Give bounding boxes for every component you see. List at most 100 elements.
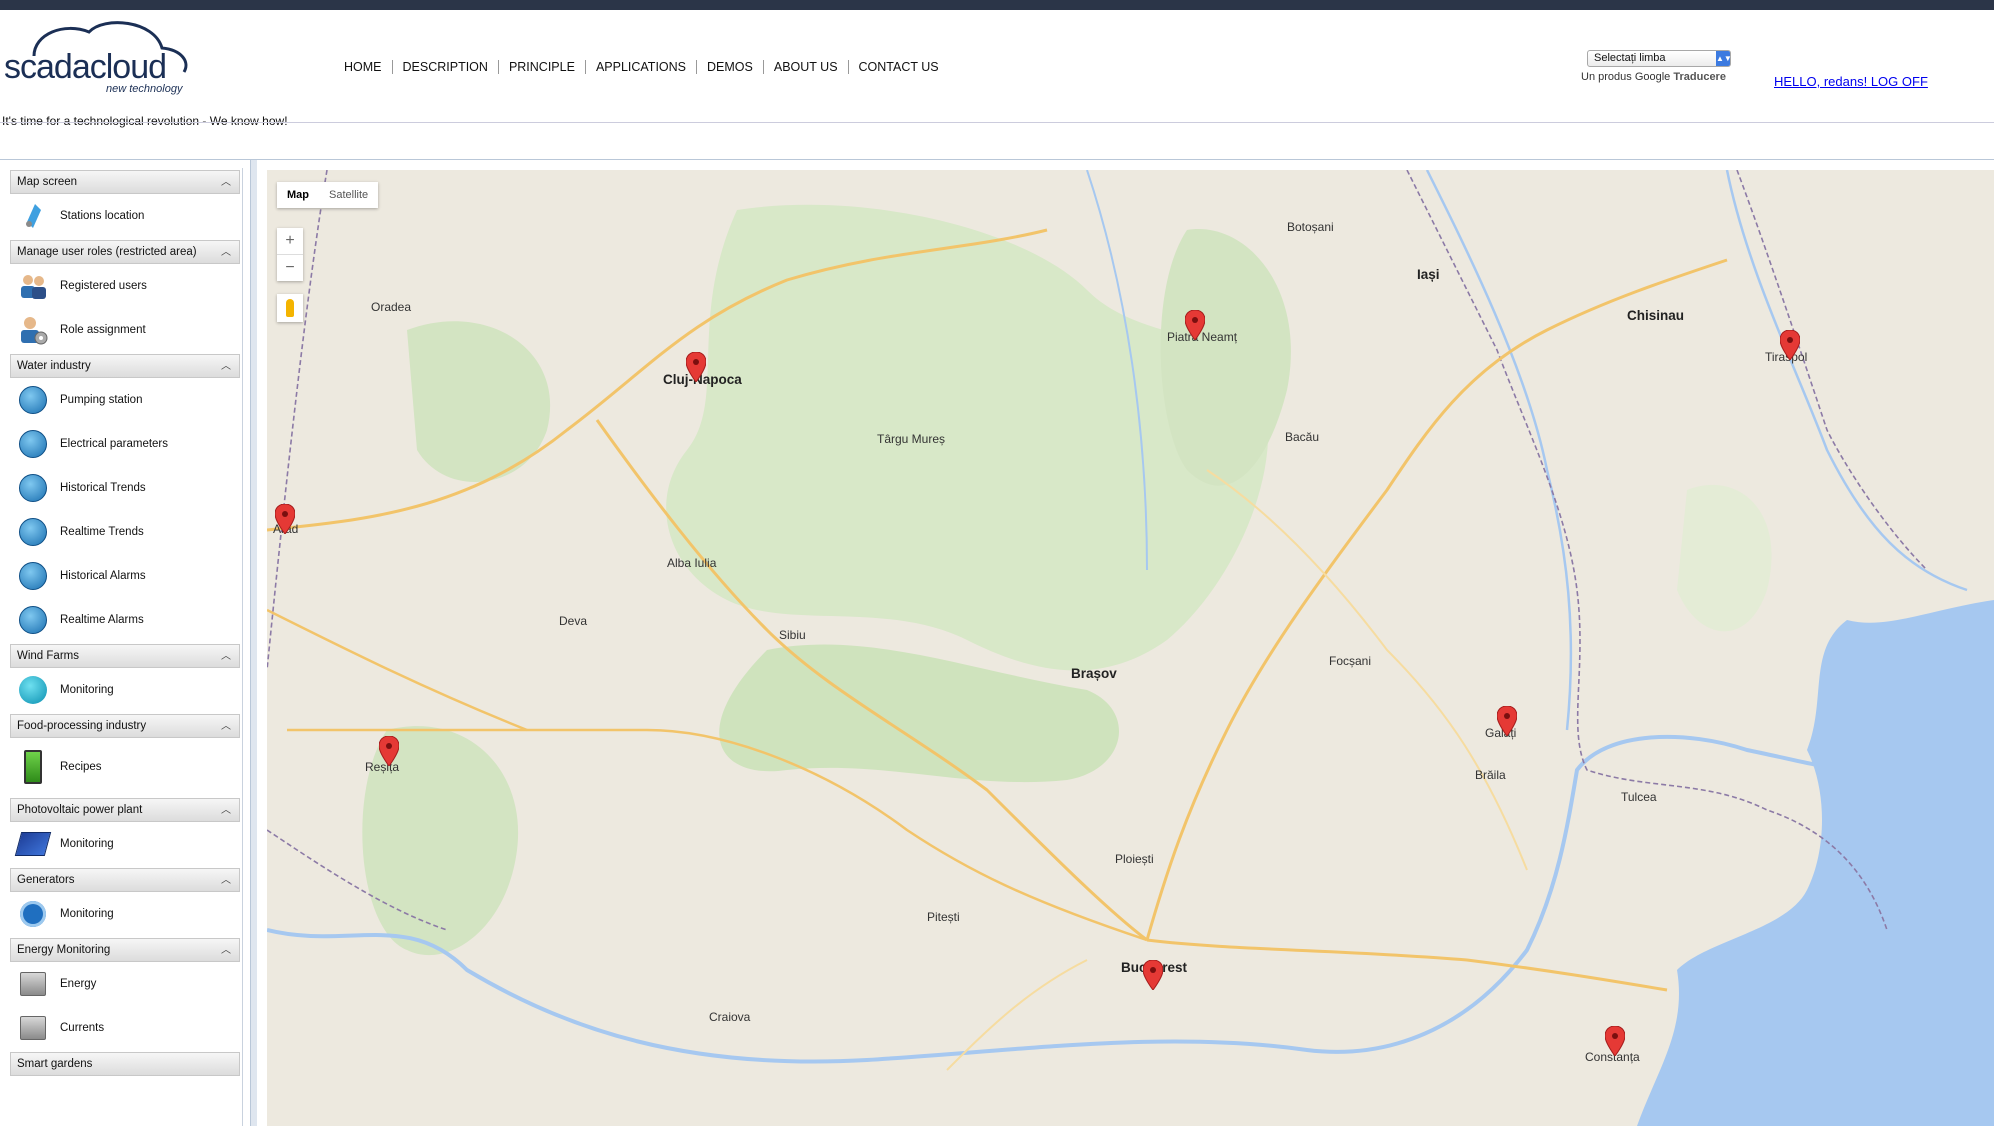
- select-arrow-icon: ▲▼: [1716, 51, 1732, 66]
- chevron-up-icon[interactable]: ︿: [221, 869, 231, 892]
- nav-principle[interactable]: PRINCIPLE: [499, 60, 586, 74]
- sidebar-item-currents[interactable]: Currents: [8, 1006, 242, 1050]
- map-type-satellite-button[interactable]: Satellite: [319, 182, 378, 208]
- city-label: Bacău: [1285, 430, 1320, 444]
- section-title: Map screen: [17, 176, 78, 188]
- sidebar-item-label: Historical Trends: [60, 482, 146, 494]
- solar-panel-icon: [14, 829, 52, 859]
- brand-name[interactable]: scadacloud: [4, 48, 167, 87]
- sidebar-item-label: Role assignment: [60, 324, 146, 336]
- google-wordmark[interactable]: Google: [1635, 71, 1670, 83]
- section-title: Generators: [17, 874, 75, 886]
- chevron-up-icon[interactable]: ︿: [221, 355, 231, 378]
- powered-prefix: Un produs: [1581, 71, 1632, 83]
- user-gear-icon: [18, 315, 48, 345]
- brand-subtitle: new technology: [106, 83, 183, 95]
- nav-about-us[interactable]: ABOUT US: [764, 60, 849, 74]
- chevron-up-icon[interactable]: ︿: [221, 645, 231, 668]
- sidebar-item-electrical-parameters[interactable]: Electrical parameters: [8, 422, 242, 466]
- nav-applications[interactable]: APPLICATIONS: [586, 60, 698, 74]
- city-label: Botoșani: [1287, 220, 1334, 234]
- station-marker-pin-icon[interactable]: [1497, 706, 1517, 736]
- sidebar: Map screen ︿ Stations location Manage use…: [8, 168, 243, 1126]
- gear-icon: [18, 899, 48, 929]
- meter-icon: [18, 1013, 48, 1043]
- section-energy-monitoring[interactable]: Energy Monitoring ︿: [10, 938, 240, 962]
- faucet-icon: [18, 561, 48, 591]
- sidebar-item-label: Currents: [60, 1022, 105, 1034]
- chevron-up-icon[interactable]: ︿: [221, 241, 231, 264]
- city-label: Târgu Mureș: [877, 432, 946, 446]
- section-title: Manage user roles (restricted area): [17, 246, 197, 258]
- sidebar-item-historical-alarms[interactable]: Historical Alarms: [8, 554, 242, 598]
- logoff-link[interactable]: HELLO, redans! LOG OFF: [1774, 74, 1928, 89]
- chevron-up-icon[interactable]: ︿: [221, 171, 231, 194]
- sidebar-item-role-assignment[interactable]: Role assignment: [8, 308, 242, 352]
- city-label: Iași: [1417, 267, 1440, 282]
- sidebar-item-label: Realtime Alarms: [60, 614, 144, 626]
- sidebar-item-pumping-station[interactable]: Pumping station: [8, 378, 242, 422]
- section-smart-gardens[interactable]: Smart gardens: [10, 1052, 240, 1076]
- station-marker-pin-icon[interactable]: [1185, 310, 1205, 340]
- map-terrain: [267, 170, 1994, 1126]
- station-marker-pin-icon[interactable]: [379, 736, 399, 766]
- sidebar-item-pv-monitoring[interactable]: Monitoring: [8, 822, 242, 866]
- faucet-icon: [18, 605, 48, 635]
- zoom-in-button[interactable]: +: [277, 228, 303, 254]
- city-label: Sibiu: [779, 628, 806, 642]
- section-wind-farms[interactable]: Wind Farms ︿: [10, 644, 240, 668]
- city-label: Tulcea: [1621, 790, 1657, 804]
- faucet-icon: [18, 385, 48, 415]
- sidebar-item-stations-location[interactable]: Stations location: [8, 194, 242, 238]
- sidebar-item-label: Historical Alarms: [60, 570, 146, 582]
- section-generators[interactable]: Generators ︿: [10, 868, 240, 892]
- nav-home[interactable]: HOME: [334, 60, 393, 74]
- chevron-up-icon[interactable]: ︿: [221, 799, 231, 822]
- chevron-up-icon[interactable]: ︿: [221, 715, 231, 738]
- city-label: Focșani: [1329, 654, 1372, 668]
- city-label: Craiova: [709, 1010, 751, 1024]
- nav-contact-us[interactable]: CONTACT US: [849, 60, 949, 74]
- meter-icon: [18, 969, 48, 999]
- battery-icon: [18, 750, 48, 784]
- stations-map[interactable]: Cluj-Napoca Piatra Neamț Tiraspol Arad R…: [267, 170, 1994, 1126]
- chevron-up-icon[interactable]: ︿: [221, 939, 231, 962]
- tagline: It's time for a technological revolution…: [2, 114, 288, 128]
- sidebar-item-realtime-trends[interactable]: Realtime Trends: [8, 510, 242, 554]
- sidebar-item-label: Registered users: [60, 280, 147, 292]
- station-marker-pin-icon[interactable]: [1143, 960, 1163, 990]
- sidebar-item-registered-users[interactable]: Registered users: [8, 264, 242, 308]
- section-title: Smart gardens: [17, 1058, 93, 1070]
- header-divider: [0, 122, 1994, 123]
- sidebar-item-generator-monitoring[interactable]: Monitoring: [8, 892, 242, 936]
- section-water-industry[interactable]: Water industry ︿: [10, 354, 240, 378]
- section-food-processing[interactable]: Food-processing industry ︿: [10, 714, 240, 738]
- language-select-value: Selectați limba: [1594, 52, 1666, 64]
- city-label: Brăila: [1475, 768, 1506, 782]
- sidebar-item-historical-trends[interactable]: Historical Trends: [8, 466, 242, 510]
- zoom-out-button[interactable]: −: [277, 255, 303, 281]
- main-nav: HOME DESCRIPTION PRINCIPLE APPLICATIONS …: [334, 60, 949, 74]
- sidebar-item-realtime-alarms[interactable]: Realtime Alarms: [8, 598, 242, 642]
- street-view-pegman-icon[interactable]: [277, 294, 303, 322]
- nav-demos[interactable]: DEMOS: [697, 60, 764, 74]
- station-marker-pin-icon[interactable]: [1780, 330, 1800, 360]
- station-marker-pin-icon[interactable]: [686, 352, 706, 382]
- section-title: Wind Farms: [17, 650, 79, 662]
- sidebar-item-recipes[interactable]: Recipes: [8, 738, 242, 796]
- sidebar-item-label: Monitoring: [60, 838, 114, 850]
- site-header: scadacloud new technology It's time for …: [0, 10, 1994, 160]
- section-map-screen[interactable]: Map screen ︿: [10, 170, 240, 194]
- section-photovoltaic[interactable]: Photovoltaic power plant ︿: [10, 798, 240, 822]
- nav-description[interactable]: DESCRIPTION: [393, 60, 499, 74]
- splitter-handle[interactable]: [250, 160, 257, 1126]
- station-marker-pin-icon[interactable]: [275, 504, 295, 534]
- map-type-map-button[interactable]: Map: [277, 182, 319, 208]
- sidebar-item-energy[interactable]: Energy: [8, 962, 242, 1006]
- section-manage-user-roles[interactable]: Manage user roles (restricted area) ︿: [10, 240, 240, 264]
- pin-icon: [18, 201, 48, 231]
- section-title: Photovoltaic power plant: [17, 804, 143, 816]
- sidebar-item-wind-monitoring[interactable]: Monitoring: [8, 668, 242, 712]
- station-marker-pin-icon[interactable]: [1605, 1026, 1625, 1056]
- language-select[interactable]: Selectați limba ▲▼: [1587, 50, 1732, 67]
